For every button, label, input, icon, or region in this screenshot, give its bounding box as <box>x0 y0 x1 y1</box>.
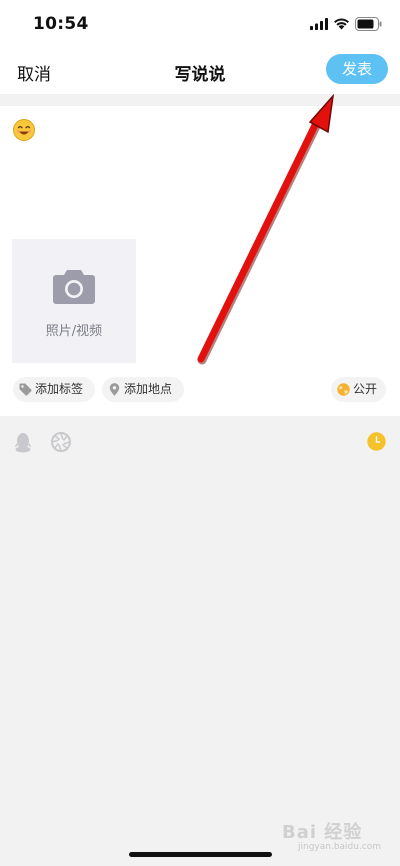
tag-icon <box>19 383 32 396</box>
visibility-button[interactable]: 公开 <box>331 377 386 402</box>
nav-bar: 取消 写说说 发表 <box>0 48 400 94</box>
add-location-label: 添加地点 <box>124 382 173 396</box>
wifi-icon <box>334 18 349 30</box>
qq-penguin-icon[interactable] <box>14 432 32 453</box>
signal-icon <box>310 18 328 30</box>
home-indicator[interactable] <box>129 852 272 857</box>
visibility-label: 公开 <box>353 382 378 396</box>
camera-icon <box>53 270 95 304</box>
status-bar: 10:54 <box>0 0 400 48</box>
add-location-button[interactable]: 添加地点 <box>102 377 184 402</box>
media-label: 照片/视频 <box>45 324 103 339</box>
add-photo-video-button[interactable]: 照片/视频 <box>12 239 136 363</box>
compose-area[interactable]: 照片/视频 添加标签 添加地点 公开 <box>0 106 400 416</box>
add-tag-label: 添加标签 <box>35 382 84 396</box>
shutter-icon[interactable] <box>51 432 71 452</box>
watermark: Bai 经验 <box>282 822 363 843</box>
add-tag-button[interactable]: 添加标签 <box>13 377 95 402</box>
tools-row <box>0 416 400 466</box>
battery-icon <box>355 17 382 31</box>
smiley-emoji-icon[interactable] <box>13 119 35 141</box>
publish-button[interactable]: 发表 <box>326 54 388 84</box>
globe-icon <box>337 383 350 396</box>
watermark-url: jingyan.baidu.com <box>298 842 382 852</box>
location-pin-icon <box>109 383 120 396</box>
status-time: 10:54 <box>33 14 89 34</box>
divider-band <box>0 94 400 106</box>
clock-icon[interactable] <box>367 432 386 451</box>
